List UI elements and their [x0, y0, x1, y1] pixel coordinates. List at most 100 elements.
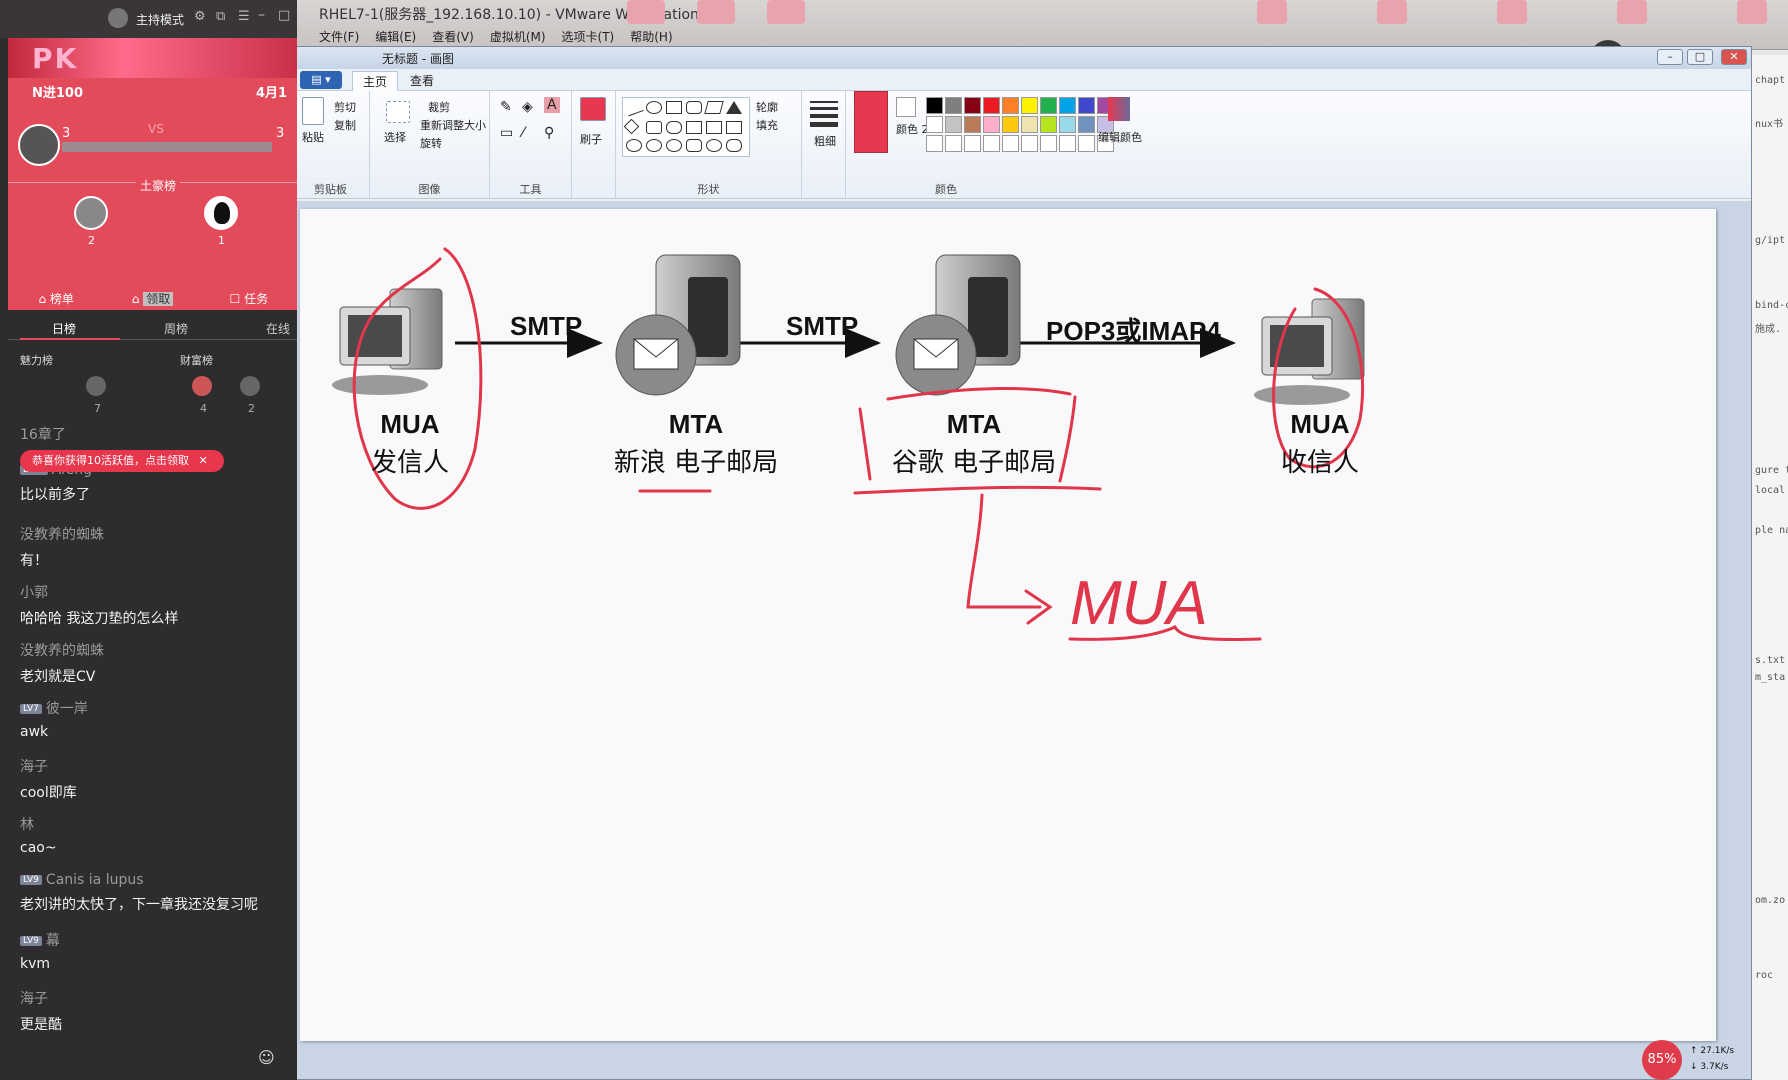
color-swatch-empty[interactable]: [983, 135, 1000, 152]
settings-icon[interactable]: ⚙: [194, 9, 206, 24]
color-swatch[interactable]: [1078, 116, 1095, 133]
color1-button[interactable]: [854, 91, 888, 153]
emoji-icon[interactable]: ☺: [258, 1048, 275, 1067]
size-button[interactable]: 粗细: [814, 133, 836, 149]
charm-list-label[interactable]: 魅力榜: [20, 352, 53, 368]
chat-user[interactable]: 幕: [46, 933, 60, 949]
arrow-shape-icon[interactable]: [706, 121, 722, 134]
color-swatch[interactable]: [983, 116, 1000, 133]
color-swatch[interactable]: [945, 116, 962, 133]
hexagon-shape-icon[interactable]: [666, 121, 682, 134]
star-shape-icon[interactable]: [666, 139, 682, 152]
callout-shape-icon[interactable]: [706, 139, 722, 152]
color-swatch[interactable]: [964, 116, 981, 133]
tab-home[interactable]: 主页: [352, 71, 399, 91]
brushes-button[interactable]: 刷子: [580, 131, 602, 147]
arrow-shape-icon[interactable]: [686, 121, 702, 134]
outline-button[interactable]: 轮廓: [756, 99, 778, 115]
color-swatch-empty[interactable]: [1059, 135, 1076, 152]
color-swatch[interactable]: [1021, 116, 1038, 133]
star-shape-icon[interactable]: [626, 139, 642, 152]
color-swatch-empty[interactable]: [1078, 135, 1095, 152]
color-swatch[interactable]: [1040, 116, 1057, 133]
rectangle-shape-icon[interactable]: [666, 101, 682, 114]
color-swatch-empty[interactable]: [964, 135, 981, 152]
tab-view[interactable]: 查看: [400, 71, 444, 91]
minimize-button[interactable]: –: [1657, 49, 1683, 65]
color-swatch[interactable]: [1059, 97, 1076, 114]
chat-user[interactable]: 没教养的蜘蛛: [20, 524, 104, 544]
paste-icon[interactable]: [302, 97, 324, 125]
text-tool-icon[interactable]: A: [544, 97, 560, 113]
chat-user[interactable]: 彼一岸: [46, 701, 88, 717]
color-swatch[interactable]: [964, 97, 981, 114]
color-swatch-empty[interactable]: [1021, 135, 1038, 152]
tab-daily[interactable]: 日榜: [52, 320, 76, 337]
arrow-shape-icon[interactable]: [726, 121, 742, 134]
edit-colors-icon[interactable]: [1108, 97, 1130, 121]
color2-button[interactable]: [896, 97, 916, 117]
color-picker-icon[interactable]: ⁄: [522, 125, 524, 141]
vmware-menu-item[interactable]: 选项卡(T): [562, 28, 615, 45]
magnifier-icon[interactable]: ⚲: [544, 125, 554, 141]
wealth-list-label[interactable]: 财富榜: [180, 352, 213, 368]
tab-leaderboard[interactable]: ⌂ 榜单: [8, 288, 104, 310]
user-avatar[interactable]: [240, 376, 260, 396]
triangle-shape-icon[interactable]: [726, 101, 742, 114]
tab-weekly[interactable]: 周榜: [164, 320, 188, 337]
color-swatch[interactable]: [926, 116, 943, 133]
tab-claim[interactable]: ⌂ 领取: [104, 288, 200, 310]
color-swatch-empty[interactable]: [926, 135, 943, 152]
select-button[interactable]: 选择: [384, 129, 406, 145]
select-icon[interactable]: [386, 101, 410, 123]
ellipse-shape-icon[interactable]: [646, 101, 662, 114]
tab-online[interactable]: 在线: [266, 320, 290, 337]
minimize-icon[interactable]: –: [258, 7, 265, 23]
vmware-menu-item[interactable]: 虚拟机(M): [490, 28, 546, 45]
brush-icon[interactable]: [580, 97, 606, 121]
color-swatch-empty[interactable]: [1040, 135, 1057, 152]
fill-icon[interactable]: ◈: [522, 99, 533, 115]
chat-user[interactable]: Canis ia lupus: [46, 872, 144, 888]
color-swatch[interactable]: [1059, 116, 1076, 133]
close-icon[interactable]: ✕: [199, 454, 208, 467]
menu-icon[interactable]: ☰: [238, 9, 250, 24]
vmware-menu-item[interactable]: 文件(F): [319, 28, 359, 45]
vmware-menu-item[interactable]: 查看(V): [432, 28, 474, 45]
color-swatch-empty[interactable]: [945, 135, 962, 152]
rotate-button[interactable]: 旋转: [420, 135, 442, 151]
restore-icon[interactable]: □: [278, 8, 290, 23]
star-shape-icon[interactable]: [646, 139, 662, 152]
reward-toast[interactable]: 恭喜你获得10活跃值，点击领取 ✕: [20, 450, 224, 472]
maximize-button[interactable]: □: [1687, 49, 1713, 65]
resize-button[interactable]: 重新调整大小: [420, 117, 486, 133]
drawing-canvas[interactable]: MUA SMTP SMTP POP3或IMAP4 MUA 发信人 MTA 新浪 …: [300, 209, 1716, 1041]
paste-button[interactable]: 粘贴: [302, 129, 324, 145]
chat-user[interactable]: 海子: [20, 988, 62, 1008]
color-swatch-empty[interactable]: [1002, 135, 1019, 152]
cut-button[interactable]: 剪切: [334, 99, 356, 115]
color-swatch[interactable]: [1078, 97, 1095, 114]
color-swatch[interactable]: [945, 97, 962, 114]
user-avatar[interactable]: [192, 376, 212, 396]
fill-button[interactable]: 填充: [756, 117, 778, 133]
vmware-menu-item[interactable]: 编辑(E): [375, 28, 416, 45]
copy-button[interactable]: 复制: [334, 117, 356, 133]
popout-icon[interactable]: ⧉: [216, 9, 225, 24]
chat-user[interactable]: 海子: [20, 756, 77, 776]
user-avatar[interactable]: [74, 196, 108, 230]
color-swatch[interactable]: [1002, 97, 1019, 114]
pencil-icon[interactable]: ✎: [500, 99, 512, 115]
rounded-rect-shape-icon[interactable]: [686, 101, 702, 114]
chat-user[interactable]: 林: [20, 814, 57, 834]
color-swatch[interactable]: [983, 97, 1000, 114]
edit-colors-button[interactable]: 编辑颜色: [1098, 129, 1142, 145]
eraser-icon[interactable]: ▭: [500, 125, 513, 141]
close-button[interactable]: ✕: [1721, 49, 1747, 65]
pentagon-shape-icon[interactable]: [646, 121, 662, 134]
user-avatar[interactable]: [86, 376, 106, 396]
file-menu-button[interactable]: ▤ ▾: [300, 71, 342, 89]
penguin-avatar[interactable]: [204, 196, 238, 230]
crop-button[interactable]: 裁剪: [428, 99, 450, 115]
callout-shape-icon[interactable]: [726, 139, 742, 152]
